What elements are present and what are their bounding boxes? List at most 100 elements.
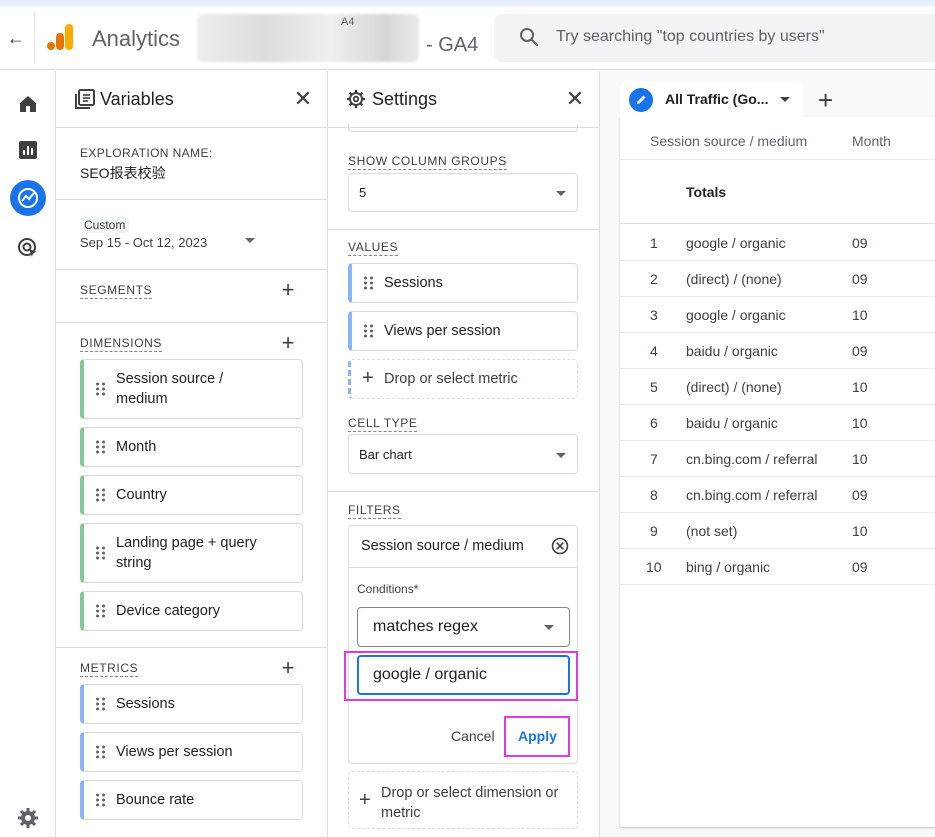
table-row[interactable]: 9 (not set) 10 bbox=[620, 513, 935, 549]
variables-title: Variables bbox=[100, 89, 174, 109]
add-tab-plus-icon[interactable]: + bbox=[818, 86, 833, 114]
chevron-down-icon bbox=[556, 191, 566, 196]
tab-all-traffic[interactable]: All Traffic (Go... bbox=[620, 81, 803, 119]
table-row[interactable]: 8 cn.bing.com / referral 09 bbox=[620, 477, 935, 513]
search-input[interactable]: Try searching "top countries by users" bbox=[556, 28, 825, 46]
drag-handle-icon[interactable] bbox=[96, 793, 106, 807]
add-dimension-plus-icon[interactable]: + bbox=[278, 332, 298, 354]
add-segment-plus-icon[interactable]: + bbox=[278, 279, 298, 301]
chevron-down-icon bbox=[556, 453, 566, 458]
filter-dimension-name: Session source / medium bbox=[361, 538, 524, 554]
condition-select[interactable]: matches regex bbox=[357, 607, 570, 647]
chip-label: Device category bbox=[116, 603, 220, 619]
explore-icon[interactable] bbox=[10, 180, 46, 216]
chip-label: Country bbox=[116, 487, 167, 503]
drag-handle-icon[interactable] bbox=[96, 440, 106, 454]
remove-filter-icon[interactable] bbox=[550, 536, 570, 561]
drag-handle-icon[interactable] bbox=[96, 488, 106, 502]
table-row[interactable]: 4 baidu / organic 09 bbox=[620, 333, 935, 369]
metrics-label: METRICS bbox=[80, 661, 139, 677]
metric-chip-views-per-session[interactable]: Views per session bbox=[80, 732, 303, 772]
close-icon[interactable]: ✕ bbox=[291, 87, 315, 111]
settings-gear-icon[interactable] bbox=[16, 806, 40, 830]
drag-handle-icon[interactable] bbox=[96, 382, 106, 396]
table-row[interactable]: 10 bing / organic 09 bbox=[620, 549, 935, 585]
dimension-chip-device-category[interactable]: Device category bbox=[80, 591, 303, 631]
drop-metric-target[interactable]: + Drop or select metric bbox=[348, 359, 578, 399]
property-name[interactable]: - GA4 bbox=[426, 34, 478, 57]
chevron-down-icon[interactable] bbox=[245, 238, 255, 243]
advertising-icon[interactable] bbox=[16, 236, 40, 260]
row-number: 10 bbox=[646, 559, 662, 575]
drag-handle-icon[interactable] bbox=[364, 324, 374, 338]
drop-dimension-target[interactable]: + Drop or select dimension or metric bbox=[348, 771, 578, 829]
row-number: 4 bbox=[650, 343, 658, 359]
home-icon[interactable] bbox=[16, 92, 40, 116]
dimension-chip-month[interactable]: Month bbox=[80, 427, 303, 467]
table-row[interactable]: 7 cn.bing.com / referral 10 bbox=[620, 441, 935, 477]
chip-label: Views per session bbox=[116, 744, 233, 760]
column-header-month[interactable]: Month bbox=[852, 133, 891, 149]
row-source-medium: (direct) / (none) bbox=[686, 271, 782, 287]
chip-label: Landing page + query string bbox=[116, 535, 257, 571]
exploration-name-input[interactable]: SEO报表校验 bbox=[80, 163, 166, 183]
drag-handle-icon[interactable] bbox=[96, 546, 106, 560]
dimension-chip-landing-page[interactable]: Landing page + query string bbox=[80, 523, 303, 583]
row-month: 09 bbox=[852, 559, 868, 575]
settings-title: Settings bbox=[372, 89, 438, 109]
reports-icon[interactable] bbox=[16, 138, 40, 162]
row-source-medium: (not set) bbox=[686, 523, 738, 539]
table-row[interactable]: 3 google / organic 10 bbox=[620, 297, 935, 333]
exploration-name-label: EXPLORATION NAME: bbox=[80, 146, 213, 160]
drag-handle-icon[interactable] bbox=[96, 745, 106, 759]
tab-label: All Traffic (Go... bbox=[665, 91, 769, 107]
drag-handle-icon[interactable] bbox=[364, 276, 374, 290]
pencil-icon[interactable] bbox=[629, 88, 653, 112]
row-source-medium: google / organic bbox=[686, 307, 786, 323]
drag-handle-icon[interactable] bbox=[96, 697, 106, 711]
table-row[interactable]: 5 (direct) / (none) 10 bbox=[620, 369, 935, 405]
column-header-source-medium[interactable]: Session source / medium bbox=[650, 133, 807, 149]
row-number: 6 bbox=[650, 415, 658, 431]
filter-expression-input[interactable]: google / organic bbox=[357, 655, 570, 695]
divider bbox=[56, 269, 328, 270]
value-chip-views-per-session[interactable]: Views per session bbox=[348, 311, 578, 351]
metric-chip-sessions[interactable]: Sessions bbox=[80, 684, 303, 724]
select-value: Bar chart bbox=[359, 447, 412, 462]
value-chip-sessions[interactable]: Sessions bbox=[348, 263, 578, 303]
row-month: 10 bbox=[852, 379, 868, 395]
app-title: Analytics bbox=[92, 26, 181, 51]
table-row[interactable]: 2 (direct) / (none) 09 bbox=[620, 261, 935, 297]
chevron-down-icon[interactable] bbox=[780, 97, 790, 102]
cancel-button[interactable]: Cancel bbox=[451, 728, 495, 744]
segments-label: SEGMENTS bbox=[80, 283, 153, 299]
dimension-chip-country[interactable]: Country bbox=[80, 475, 303, 515]
table-row[interactable]: 1 google / organic 09 bbox=[620, 225, 935, 261]
add-metric-plus-icon[interactable]: + bbox=[278, 657, 298, 679]
analytics-logo[interactable] bbox=[46, 22, 76, 52]
top-divider bbox=[34, 12, 35, 64]
account-small-label: A4 bbox=[341, 16, 355, 28]
show-column-groups-select[interactable]: 5 bbox=[348, 173, 578, 212]
row-month: 10 bbox=[852, 451, 868, 467]
table-row[interactable]: 6 baidu / organic 10 bbox=[620, 405, 935, 441]
date-range-value[interactable]: Sep 15 - Oct 12, 2023 bbox=[80, 235, 207, 250]
row-month: 10 bbox=[852, 523, 868, 539]
back-arrow-icon[interactable]: ← bbox=[6, 26, 26, 50]
drag-handle-icon[interactable] bbox=[96, 604, 106, 618]
metric-chip-bounce-rate[interactable]: Bounce rate bbox=[80, 780, 303, 820]
previous-select-edge bbox=[348, 124, 578, 132]
apply-button[interactable]: Apply bbox=[518, 728, 557, 744]
row-source-medium: google / organic bbox=[686, 235, 786, 251]
cell-type-select[interactable]: Bar chart bbox=[348, 434, 578, 474]
dimension-chip-session-source-medium[interactable]: Session source / medium bbox=[80, 359, 303, 419]
row-source-medium: cn.bing.com / referral bbox=[686, 487, 818, 503]
chip-label: Month bbox=[116, 439, 157, 455]
date-custom-badge: Custom bbox=[80, 217, 130, 233]
plus-icon: + bbox=[359, 789, 371, 811]
account-selector-redacted[interactable] bbox=[197, 14, 419, 62]
row-source-medium: bing / organic bbox=[686, 559, 771, 575]
row-month: 10 bbox=[852, 307, 868, 323]
close-icon[interactable]: ✕ bbox=[563, 87, 587, 111]
select-value: 5 bbox=[359, 185, 367, 200]
